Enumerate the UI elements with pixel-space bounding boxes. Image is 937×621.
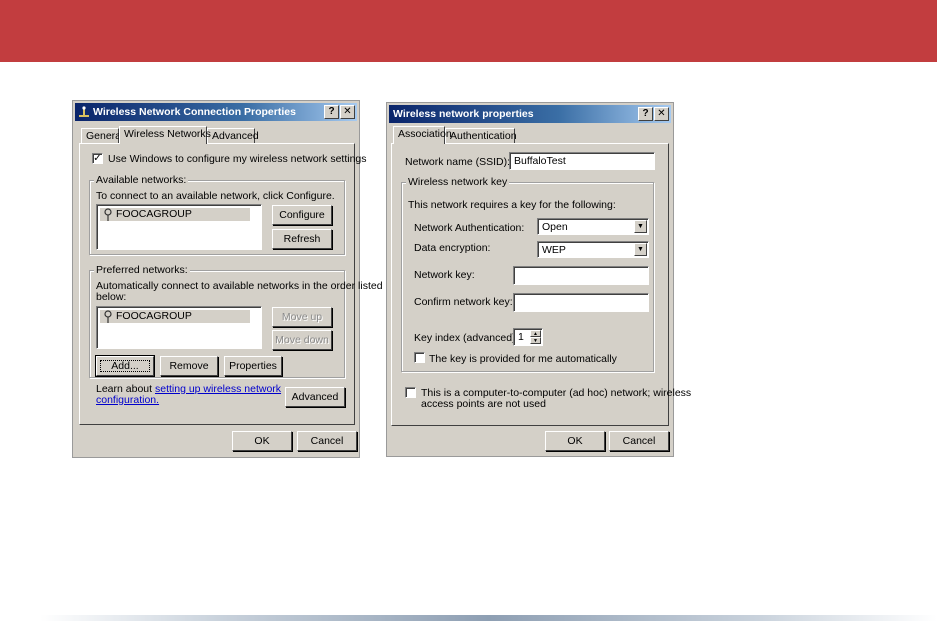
tab-association[interactable]: Association — [393, 126, 452, 144]
ok-button[interactable]: OK — [232, 431, 292, 451]
chevron-down-icon[interactable]: ▼ — [634, 243, 647, 256]
key-index-stepper[interactable]: 1 ▲ ▼ — [513, 328, 543, 346]
wireless-key-label: Wireless network key — [406, 176, 510, 188]
available-networks-hint: To connect to an available network, clic… — [96, 190, 335, 202]
adhoc-checkbox[interactable] — [405, 387, 416, 398]
preferred-hint-line1: Automatically connect to available netwo… — [96, 280, 383, 292]
ok-button[interactable]: OK — [545, 431, 605, 451]
tab-advanced[interactable]: Advanced — [207, 128, 259, 143]
encryption-value: WEP — [542, 244, 566, 256]
key-hint: This network requires a key for the foll… — [408, 199, 616, 211]
spin-buttons[interactable]: ▲ ▼ — [530, 330, 541, 344]
antenna-icon — [104, 208, 112, 221]
association-panel: Network name (SSID): BuffaloTest Wireles… — [391, 143, 691, 426]
confirm-key-input[interactable] — [513, 293, 649, 312]
network-key-input[interactable] — [513, 266, 649, 285]
configure-button[interactable]: Configure — [272, 205, 332, 225]
preferred-networks-label: Preferred networks: — [94, 264, 190, 276]
help-button[interactable]: ? — [324, 105, 339, 119]
help-button[interactable]: ? — [638, 107, 653, 121]
header-banner — [0, 0, 937, 62]
dialog-title: Wireless Network Connection Properties — [93, 106, 296, 118]
refresh-button[interactable]: Refresh — [272, 229, 332, 249]
auto-key-checkbox[interactable] — [414, 352, 425, 363]
use-windows-label: Use Windows to configure my wireless net… — [108, 153, 367, 165]
move-down-button[interactable]: Move down — [272, 330, 332, 350]
cancel-button[interactable]: Cancel — [297, 431, 357, 451]
properties-button[interactable]: Properties — [224, 356, 282, 376]
confirm-key-label: Confirm network key: — [414, 296, 513, 308]
ssid-label: Network name (SSID): — [405, 156, 511, 168]
add-button[interactable]: Add... — [95, 355, 155, 377]
close-button[interactable]: ✕ — [654, 107, 669, 121]
available-networks-group: Available networks: To connect to an ava… — [89, 174, 345, 255]
tab-general[interactable]: General — [81, 128, 123, 143]
advanced-button[interactable]: Advanced — [285, 387, 345, 407]
use-windows-checkbox[interactable]: ✓ — [92, 153, 103, 164]
preferred-networks-group: Preferred networks: Automatically connec… — [89, 264, 383, 378]
preferred-hint-line2: below: — [96, 291, 127, 303]
close-button[interactable]: ✕ — [340, 105, 355, 119]
key-index-label: Key index (advanced): — [414, 332, 519, 344]
adhoc-label-line2: access points are not used — [421, 398, 546, 410]
network-key-label: Network key: — [414, 269, 475, 281]
spin-down-icon[interactable]: ▼ — [530, 337, 541, 344]
available-networks-label: Available networks: — [94, 174, 189, 186]
spin-up-icon[interactable]: ▲ — [530, 330, 541, 337]
network-connection-icon — [79, 106, 89, 117]
antenna-icon — [104, 310, 112, 323]
wireless-network-properties-dialog: Wireless network properties ? ✕ Associat… — [386, 102, 691, 457]
setup-wireless-link[interactable]: setting up wireless network — [155, 383, 281, 395]
preferred-networks-list[interactable]: FOOCAGROUP — [96, 306, 262, 349]
list-item[interactable]: FOOCAGROUP — [100, 208, 250, 221]
remove-button[interactable]: Remove — [160, 356, 218, 376]
wireless-connection-properties-dialog: Wireless Network Connection Properties ?… — [72, 100, 383, 458]
auth-select[interactable]: Open ▼ — [537, 218, 649, 235]
ssid-input[interactable]: BuffaloTest — [509, 152, 655, 170]
move-up-button[interactable]: Move up — [272, 307, 332, 327]
encryption-select[interactable]: WEP ▼ — [537, 241, 649, 258]
wireless-networks-panel: ✓ Use Windows to configure my wireless n… — [79, 143, 383, 425]
key-index-value: 1 — [518, 331, 524, 343]
tab-authentication[interactable]: Authentication — [445, 128, 517, 143]
ssid-value: BuffaloTest — [514, 155, 566, 167]
footer-divider — [40, 615, 937, 621]
auth-label: Network Authentication: — [414, 222, 525, 234]
available-networks-list[interactable]: FOOCAGROUP — [96, 204, 262, 250]
setup-wireless-link-line2[interactable]: configuration. — [96, 394, 159, 406]
network-name: FOOCAGROUP — [116, 310, 192, 322]
cancel-button[interactable]: Cancel — [609, 431, 669, 451]
encryption-label: Data encryption: — [414, 242, 491, 254]
chevron-down-icon[interactable]: ▼ — [634, 220, 647, 233]
wireless-key-group: Wireless network key This network requir… — [401, 176, 654, 372]
dialog-title: Wireless network properties — [393, 108, 534, 120]
auth-value: Open — [542, 221, 568, 233]
tab-wireless-networks[interactable]: Wireless Networks — [119, 126, 211, 144]
list-item[interactable]: FOOCAGROUP — [100, 310, 250, 323]
auto-key-label: The key is provided for me automatically — [429, 353, 617, 365]
dialog-titlebar[interactable]: Wireless network properties ? ✕ — [389, 105, 671, 123]
dialog-titlebar[interactable]: Wireless Network Connection Properties ?… — [75, 103, 357, 121]
network-name: FOOCAGROUP — [116, 208, 192, 220]
